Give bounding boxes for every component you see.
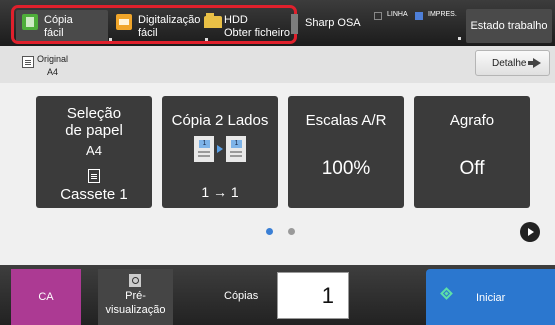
duplex-copy-tile[interactable]: Cópia 2 Lados 1 1 1 → 1	[162, 96, 278, 208]
action-bar: CA Pré- visualização Cópias 1 Iniciar	[0, 265, 555, 325]
mode-highlight-frame	[11, 5, 297, 44]
copy-ratio-tile[interactable]: Escalas A/R 100%	[288, 96, 404, 208]
preview-label: Pré- visualização	[105, 290, 166, 316]
duplex-pages-icon: 1 1	[194, 136, 246, 162]
preview-icon	[129, 274, 141, 287]
settings-panel: Seleção de papel A4 Cassete 1 Cópia 2 La…	[0, 83, 555, 265]
mode-bar: Cópia fácil Digitalização fácil HDD Obte…	[0, 0, 555, 46]
tray-icon	[88, 169, 100, 183]
tile-title: Seleção de papel	[65, 105, 123, 139]
start-button[interactable]: Iniciar	[426, 269, 555, 325]
line-indicator-label: LINHA	[387, 11, 408, 18]
original-size: A4	[47, 67, 59, 77]
copies-input[interactable]: 1	[277, 272, 349, 319]
page-indicator-active[interactable]	[266, 228, 273, 235]
tile-value: 1 → 1	[201, 184, 239, 200]
start-label: Iniciar	[476, 292, 506, 304]
clear-all-button[interactable]: CA	[11, 269, 81, 325]
tile-value: 100%	[321, 158, 371, 179]
arrow-right-icon	[528, 58, 541, 68]
print-indicator-icon	[415, 12, 423, 20]
arrow-right-icon	[217, 145, 223, 153]
preview-button[interactable]: Pré- visualização	[98, 269, 173, 325]
indicator-menu-dot	[458, 37, 461, 40]
sharp-osa-button[interactable]: Sharp OSA	[305, 17, 361, 29]
tile-title: Cópia 2 Lados	[171, 112, 269, 129]
job-status-button[interactable]: Estado trabalho	[466, 9, 552, 43]
print-indicator-label: IMPRES.	[428, 11, 457, 18]
line-indicator-icon	[374, 12, 382, 20]
copies-label: Cópias	[224, 290, 259, 302]
page-icon: 1	[226, 136, 246, 162]
original-label: Original	[37, 54, 69, 64]
detail-button[interactable]: Detalhe	[475, 50, 550, 76]
sharp-osa-icon[interactable]	[291, 14, 298, 34]
next-page-button[interactable]	[520, 222, 540, 242]
tile-value: Cassete 1	[60, 186, 128, 203]
tile-title: Agrafo	[449, 112, 495, 129]
paper-size: A4	[86, 143, 102, 158]
staple-tile[interactable]: Agrafo Off	[414, 96, 530, 208]
detail-label: Detalhe	[492, 58, 527, 69]
page-indicator[interactable]	[288, 228, 295, 235]
original-document-icon	[22, 56, 34, 68]
page-icon: 1	[194, 136, 214, 162]
paper-select-tile[interactable]: Seleção de papel A4 Cassete 1	[36, 96, 152, 208]
start-icon	[440, 287, 453, 300]
tile-title: Escalas A/R	[305, 112, 387, 129]
tile-value: Off	[459, 158, 485, 179]
